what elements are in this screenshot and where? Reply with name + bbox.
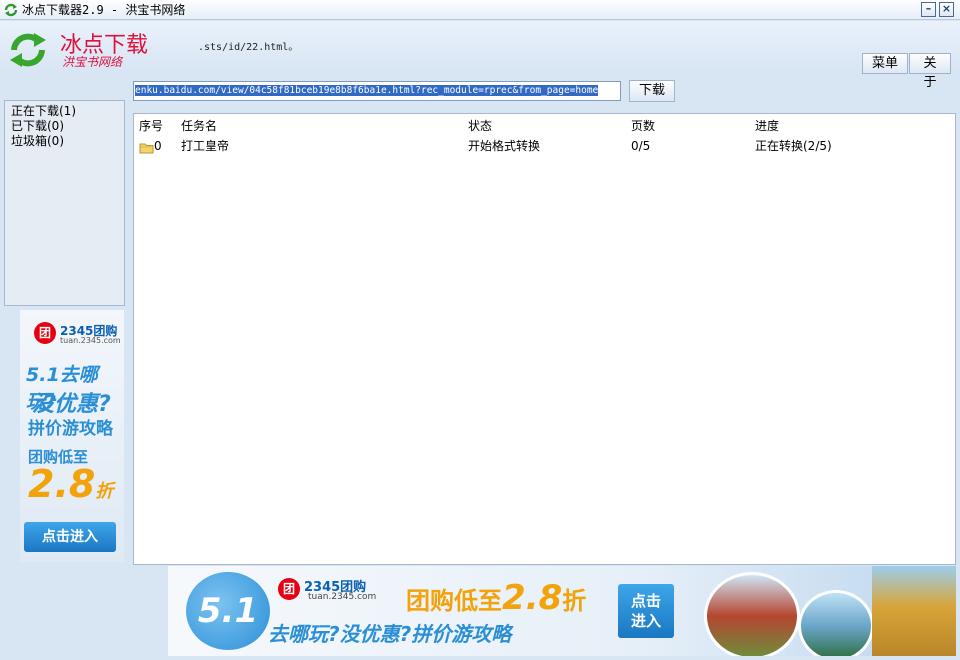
ad-promo-unit: 折	[562, 587, 587, 615]
app-logo-subtitle: 洪宝书网络	[62, 55, 123, 69]
ad-promo: 团购低至2.8折	[406, 578, 586, 618]
ad-photo-palace	[704, 572, 800, 656]
group-buy-logo-icon: 团	[34, 322, 56, 344]
column-header-progress[interactable]: 进度	[755, 119, 779, 134]
column-header-index[interactable]: 序号	[139, 119, 163, 134]
ad-price-unit: 折	[95, 481, 114, 502]
column-header-pages[interactable]: 页数	[631, 119, 655, 134]
sidebar-item-downloaded[interactable]: 已下载(0)	[5, 119, 124, 134]
about-button[interactable]: 关于	[909, 53, 951, 90]
row-progress: 正在转换(2/5)	[755, 139, 832, 153]
ad-button-line-2: 进入	[630, 612, 661, 630]
column-header-status[interactable]: 状态	[468, 119, 492, 134]
ad-line-3: 拼价游攻略	[28, 419, 113, 439]
ad-photo-temple	[872, 566, 956, 656]
close-button[interactable]: ×	[939, 2, 954, 17]
title-bar: 冰点下载器2.9 - 洪宝书网络 – ×	[0, 0, 960, 20]
app-header: 冰点下载 洪宝书网络 .sts/id/22.html。 菜单 关于	[0, 21, 960, 90]
row-status: 开始格式转换	[468, 139, 541, 153]
column-header-name[interactable]: 任务名	[181, 119, 217, 134]
minimize-button[interactable]: –	[921, 2, 936, 17]
row-index: 0	[154, 139, 162, 153]
url-text: enku.baidu.com/view/04c58f81bceb19e8b8f6…	[135, 85, 599, 96]
ad-holiday-badge: 5.1	[186, 572, 270, 650]
ad-enter-button[interactable]: 点击进入	[618, 584, 674, 638]
url-input[interactable]: enku.baidu.com/view/04c58f81bceb19e8b8f6…	[133, 81, 621, 101]
header-url-fragment: .sts/id/22.html。	[198, 42, 299, 53]
app-refresh-icon	[4, 3, 18, 17]
ad-photo-coast	[798, 590, 874, 656]
download-button[interactable]: 下载	[629, 80, 675, 102]
ad-subline: 去哪玩?没优惠?拼价游攻略	[268, 622, 512, 646]
bottom-ad-banner[interactable]: 5.1 团 2345团购 tuan.2345.com 团购低至2.8折 去哪玩?…	[168, 566, 956, 656]
ad-promo-prefix: 团购低至	[406, 587, 502, 615]
ad-price: 2.8折	[28, 462, 113, 506]
folder-icon	[139, 143, 154, 154]
ad-enter-button[interactable]: 点击进入	[24, 522, 116, 552]
row-task-name: 打工皇帝	[181, 139, 230, 153]
window-title: 冰点下载器2.9 - 洪宝书网络	[22, 3, 186, 17]
ad-promo-price: 2.8	[502, 578, 563, 618]
group-buy-logo-icon: 团	[278, 578, 300, 600]
sidebar: 正在下载(1) 已下载(0) 垃圾箱(0)	[4, 100, 125, 306]
sidebar-item-downloading[interactable]: 正在下载(1)	[5, 104, 124, 119]
task-table: 序号 任务名 状态 页数 进度 0 打工皇帝 开始格式转换 0/5 正在转换(2…	[133, 113, 956, 565]
left-ad-banner[interactable]: 团 2345团购 tuan.2345.com 5.1去哪玩? 没优惠? 拼价游攻…	[20, 310, 124, 562]
ad-button-line-1: 点击	[630, 592, 661, 610]
row-pages: 0/5	[631, 139, 651, 153]
sidebar-item-trash[interactable]: 垃圾箱(0)	[5, 134, 124, 149]
ad-site: tuan.2345.com	[308, 592, 377, 602]
menu-button[interactable]: 菜单	[862, 53, 908, 74]
ad-site: tuan.2345.com	[60, 336, 121, 345]
ad-price-value: 2.8	[28, 462, 96, 506]
refresh-logo-icon	[10, 33, 46, 67]
